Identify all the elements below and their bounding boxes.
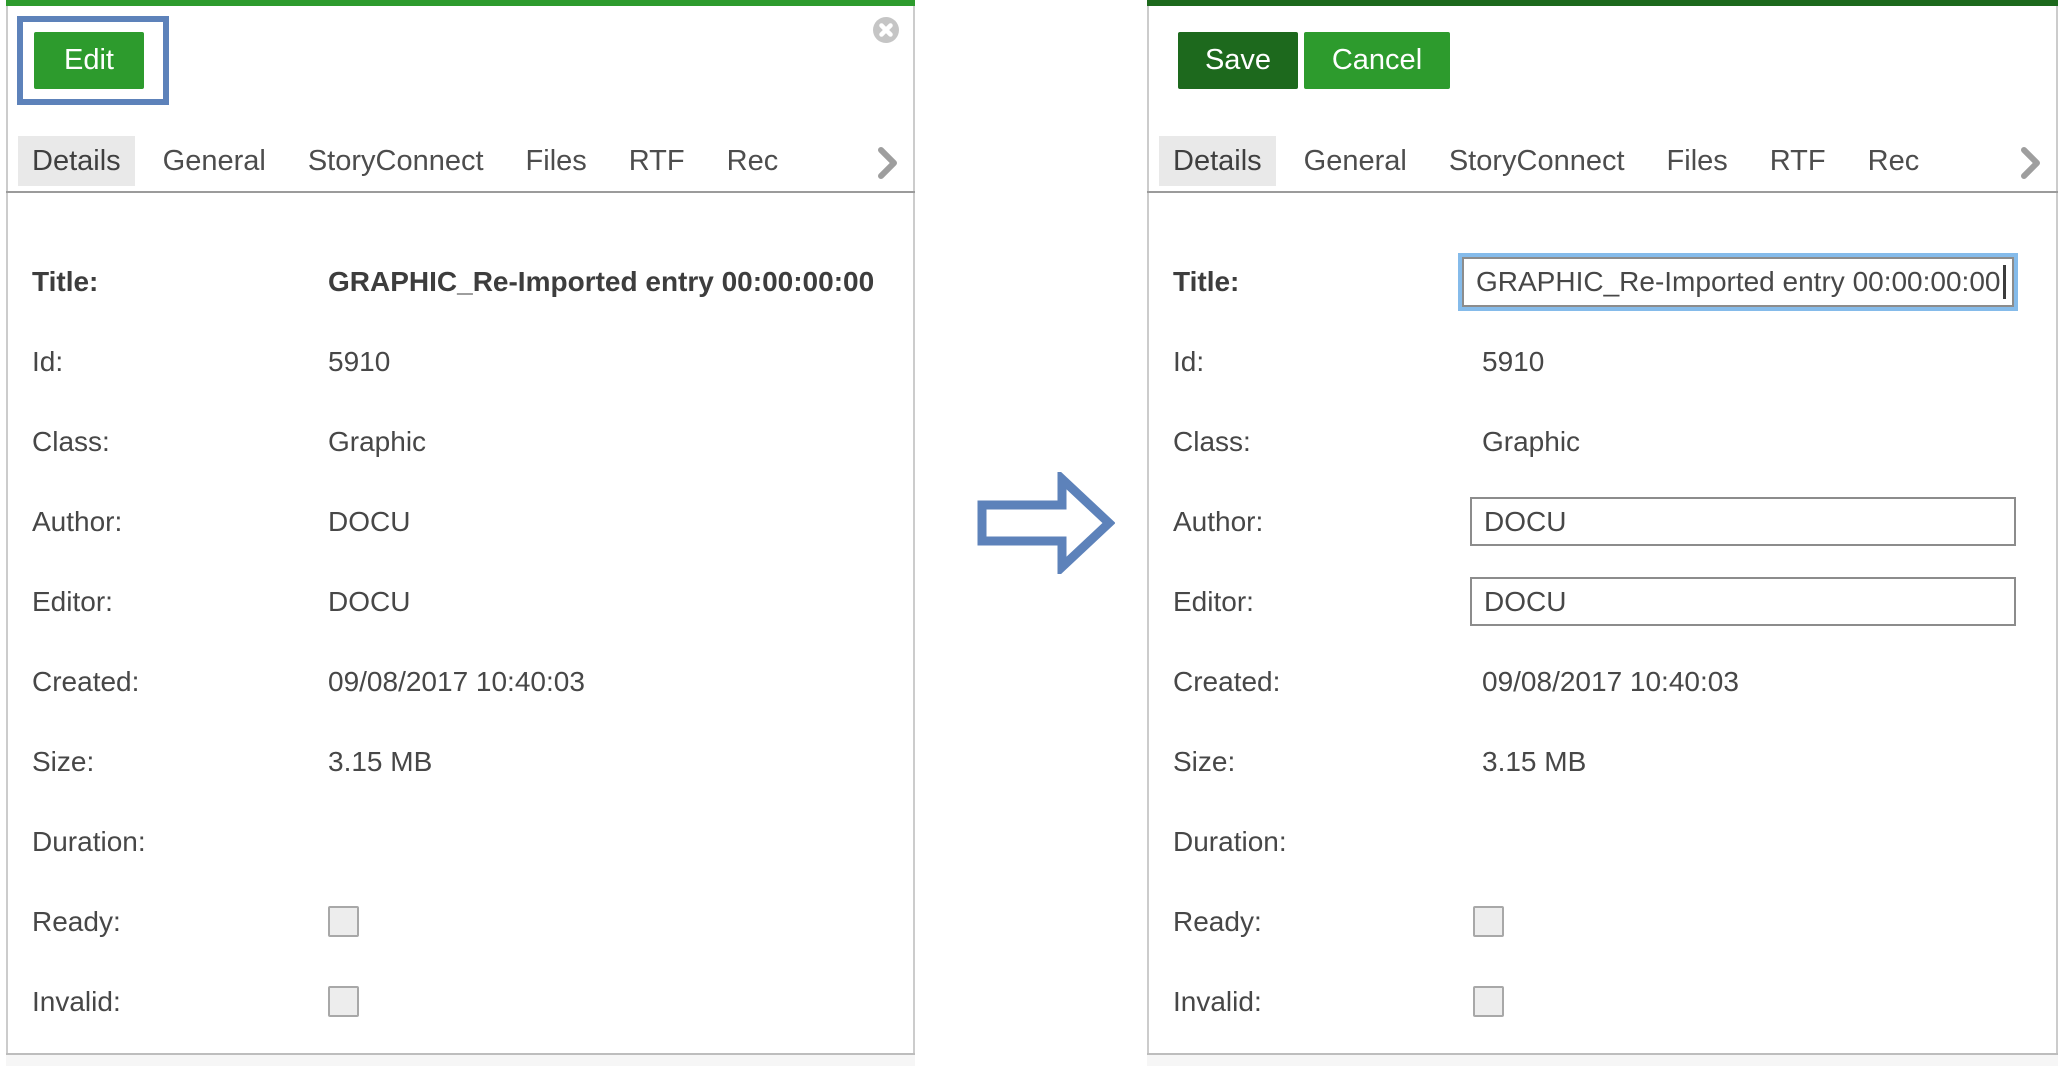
text-caret: [2003, 265, 2006, 299]
ready-checkbox[interactable]: [1473, 906, 1504, 937]
author-input[interactable]: [1470, 497, 2016, 546]
author-label: Author:: [1173, 482, 1263, 562]
class-label: Class:: [1173, 402, 1251, 482]
tab-bar: Details General StoryConnect Files RTF R…: [18, 136, 843, 186]
id-value: 5910: [1482, 322, 1544, 402]
details-panel-view-mode: Edit Details General StoryConnect Files …: [6, 0, 915, 1066]
field-row-author: Author: DOCU: [8, 482, 913, 562]
tab-storyconnect[interactable]: StoryConnect: [294, 136, 498, 186]
invalid-label: Invalid:: [1173, 962, 1262, 1042]
title-label: Title:: [32, 242, 98, 322]
field-row-title: Title: GRAPHIC_Re-Imported entry 00:00:0…: [1149, 242, 2056, 322]
field-row-duration: Duration:: [8, 802, 913, 882]
field-row-ready: Ready:: [8, 882, 913, 962]
duration-label: Duration:: [32, 802, 146, 882]
field-row-invalid: Invalid:: [8, 962, 913, 1042]
invalid-label: Invalid:: [32, 962, 121, 1042]
close-icon[interactable]: [872, 16, 900, 44]
editor-label: Editor:: [1173, 562, 1254, 642]
tab-rec[interactable]: Rec: [1854, 136, 1934, 186]
panel-footer-strip: [1147, 1053, 2058, 1066]
id-label: Id:: [32, 322, 63, 402]
size-label: Size:: [1173, 722, 1235, 802]
field-row-editor: Editor:: [1149, 562, 2056, 642]
invalid-checkbox[interactable]: [1473, 986, 1504, 1017]
tab-rtf[interactable]: RTF: [1756, 136, 1840, 186]
field-row-created: Created: 09/08/2017 10:40:03: [1149, 642, 2056, 722]
class-value: Graphic: [1482, 402, 1580, 482]
field-row-id: Id: 5910: [1149, 322, 2056, 402]
field-row-editor: Editor: DOCU: [8, 562, 913, 642]
tab-bar: Details General StoryConnect Files RTF R…: [1159, 136, 1986, 186]
tab-storyconnect[interactable]: StoryConnect: [1435, 136, 1639, 186]
editor-value: DOCU: [328, 562, 410, 642]
created-value: 09/08/2017 10:40:03: [328, 642, 585, 722]
created-value: 09/08/2017 10:40:03: [1482, 642, 1739, 722]
field-row-id: Id: 5910: [8, 322, 913, 402]
tab-rec[interactable]: Rec: [713, 136, 793, 186]
tab-details[interactable]: Details: [18, 136, 135, 186]
title-input-focus-ring: GRAPHIC_Re-Imported entry 00:00:00:00: [1458, 253, 2018, 311]
size-label: Size:: [32, 722, 94, 802]
title-label: Title:: [1173, 242, 1239, 322]
tab-rtf[interactable]: RTF: [615, 136, 699, 186]
transition-arrow-icon: [975, 472, 1115, 574]
field-row-size: Size: 3.15 MB: [8, 722, 913, 802]
panel-accent-bar: [6, 0, 915, 6]
tab-general[interactable]: General: [1290, 136, 1421, 186]
created-label: Created:: [1173, 642, 1280, 722]
field-row-class: Class: Graphic: [8, 402, 913, 482]
title-value: GRAPHIC_Re-Imported entry 00:00:00:00: [328, 242, 874, 322]
id-value: 5910: [328, 322, 390, 402]
ready-label: Ready:: [32, 882, 121, 962]
editor-label: Editor:: [32, 562, 113, 642]
class-label: Class:: [32, 402, 110, 482]
class-value: Graphic: [328, 402, 426, 482]
tabs-divider: [6, 191, 915, 193]
ready-checkbox: [328, 906, 359, 937]
title-input[interactable]: GRAPHIC_Re-Imported entry 00:00:00:00: [1462, 257, 2014, 307]
field-row-class: Class: Graphic: [1149, 402, 2056, 482]
tab-files[interactable]: Files: [1653, 136, 1742, 186]
invalid-checkbox: [328, 986, 359, 1017]
chevron-right-icon[interactable]: [2020, 146, 2042, 180]
created-label: Created:: [32, 642, 139, 722]
tab-files[interactable]: Files: [512, 136, 601, 186]
id-label: Id:: [1173, 322, 1204, 402]
size-value: 3.15 MB: [328, 722, 432, 802]
author-label: Author:: [32, 482, 122, 562]
size-value: 3.15 MB: [1482, 722, 1586, 802]
tabs-divider: [1147, 191, 2058, 193]
field-row-title: Title: GRAPHIC_Re-Imported entry 00:00:0…: [8, 242, 913, 322]
tab-details[interactable]: Details: [1159, 136, 1276, 186]
save-button[interactable]: Save: [1178, 32, 1298, 89]
chevron-right-icon[interactable]: [877, 146, 899, 180]
title-input-text: GRAPHIC_Re-Imported entry 00:00:00:00: [1476, 266, 2000, 298]
duration-label: Duration:: [1173, 802, 1287, 882]
field-row-ready: Ready:: [1149, 882, 2056, 962]
author-value: DOCU: [328, 482, 410, 562]
edit-button[interactable]: Edit: [34, 32, 144, 89]
cancel-button[interactable]: Cancel: [1304, 32, 1450, 89]
details-panel-edit-mode: Save Cancel Details General StoryConnect…: [1147, 0, 2058, 1066]
field-row-invalid: Invalid:: [1149, 962, 2056, 1042]
editor-input[interactable]: [1470, 577, 2016, 626]
field-row-created: Created: 09/08/2017 10:40:03: [8, 642, 913, 722]
ready-label: Ready:: [1173, 882, 1262, 962]
field-row-duration: Duration:: [1149, 802, 2056, 882]
field-row-author: Author:: [1149, 482, 2056, 562]
panel-footer-strip: [6, 1053, 915, 1066]
field-row-size: Size: 3.15 MB: [1149, 722, 2056, 802]
tab-general[interactable]: General: [149, 136, 280, 186]
panel-accent-bar: [1147, 0, 2058, 6]
